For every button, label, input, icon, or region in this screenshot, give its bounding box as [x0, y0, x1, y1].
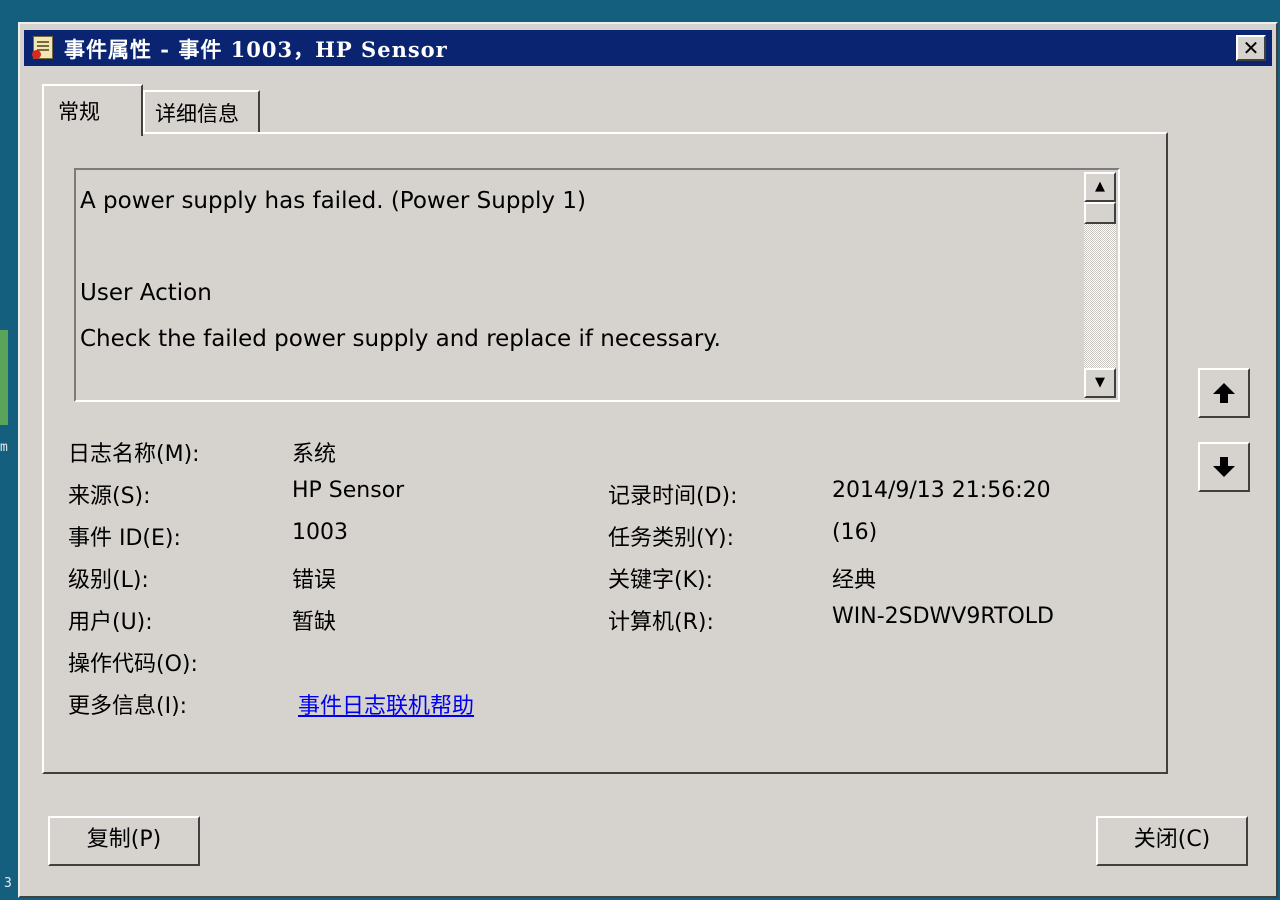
event-viewer-icon	[32, 36, 53, 59]
source-value: HP Sensor	[292, 478, 405, 503]
user-value: 暂缺	[292, 610, 337, 635]
description-line: A power supply has failed. (Power Supply…	[80, 188, 586, 214]
online-help-link[interactable]: 事件日志联机帮助	[298, 688, 474, 720]
description-line: Check the failed power supply and replac…	[80, 326, 721, 352]
keywords-label: 关键字(K):	[608, 568, 714, 593]
user-label: 用户(U):	[68, 610, 153, 635]
task-category-value: (16)	[832, 520, 878, 545]
keywords-value: 经典	[832, 568, 877, 593]
event-description-box[interactable]: A power supply has failed. (Power Supply…	[74, 168, 1120, 402]
general-tab-panel: A power supply has failed. (Power Supply…	[42, 132, 1168, 774]
event-description-text: A power supply has failed. (Power Supply…	[80, 178, 1080, 362]
previous-event-button[interactable]	[1198, 368, 1250, 418]
vertical-scrollbar[interactable]: ▲ ▼	[1084, 172, 1116, 398]
tab-details[interactable]: 详细信息	[143, 90, 260, 132]
log-name-value: 系统	[292, 442, 337, 467]
arrow-down-icon	[1213, 457, 1235, 477]
opcode-label: 操作代码(O):	[68, 652, 198, 677]
arrow-down-icon: ▼	[1095, 375, 1105, 390]
close-button[interactable]: 关闭(C)	[1096, 816, 1248, 866]
next-event-button[interactable]	[1198, 442, 1250, 492]
level-label: 级别(L):	[68, 568, 149, 593]
scroll-up-button[interactable]: ▲	[1084, 172, 1116, 202]
arrow-up-icon	[1213, 383, 1235, 403]
desktop-text-fragment: 3	[4, 876, 12, 891]
scrollbar-thumb[interactable]	[1084, 202, 1116, 224]
arrow-up-icon: ▲	[1095, 179, 1105, 194]
logged-value: 2014/9/13 21:56:20	[832, 478, 1051, 503]
close-window-button[interactable]: ✕	[1236, 35, 1266, 61]
logged-label: 记录时间(D):	[608, 484, 738, 509]
task-category-label: 任务类别(Y):	[608, 526, 735, 551]
log-name-label: 日志名称(M):	[68, 442, 200, 467]
source-label: 来源(S):	[68, 484, 151, 509]
title-bar[interactable]: 事件属性 - 事件 1003，HP Sensor ✕	[24, 30, 1272, 66]
event-properties-dialog: 事件属性 - 事件 1003，HP Sensor ✕ 常规 详细信息 A pow…	[18, 22, 1278, 898]
tab-general[interactable]: 常规	[42, 84, 143, 136]
window-title: 事件属性 - 事件 1003，HP Sensor	[64, 37, 448, 62]
computer-label: 计算机(R):	[608, 610, 714, 635]
description-line: User Action	[80, 280, 212, 306]
scroll-down-button[interactable]: ▼	[1084, 368, 1116, 398]
more-info-label: 更多信息(I):	[68, 694, 188, 719]
event-id-value: 1003	[292, 520, 348, 545]
description-line	[80, 224, 1080, 270]
desktop-background-item	[0, 330, 8, 425]
desktop-text-fragment: m	[0, 440, 8, 455]
copy-button[interactable]: 复制(P)	[48, 816, 200, 866]
event-id-label: 事件 ID(E):	[68, 526, 181, 551]
computer-value: WIN-2SDWV9RTOLD	[832, 604, 1054, 629]
close-icon: ✕	[1242, 36, 1260, 60]
level-value: 错误	[292, 568, 337, 593]
